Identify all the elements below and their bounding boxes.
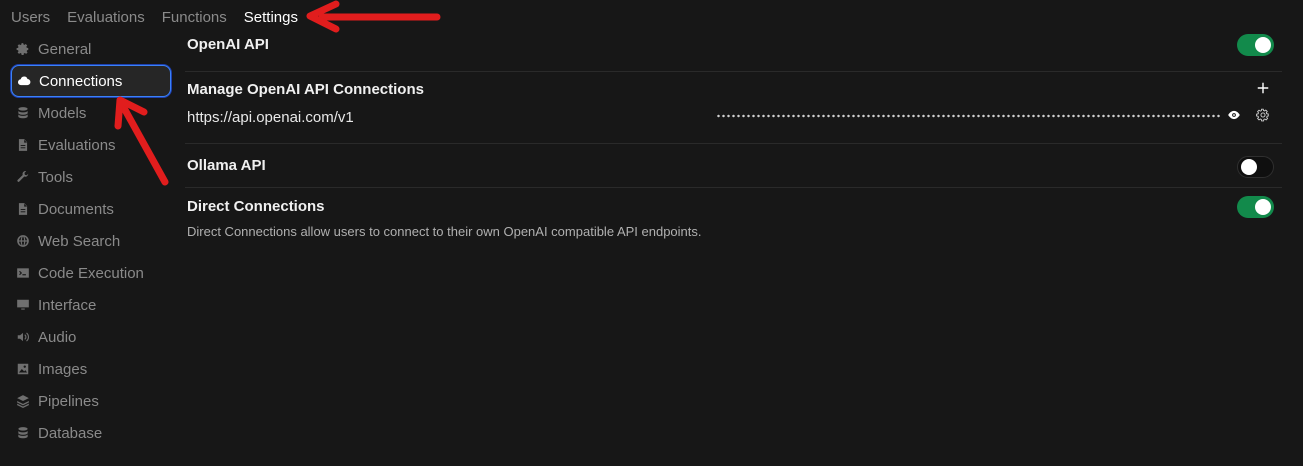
sidebar-item-connections[interactable]: Connections xyxy=(11,65,171,97)
top-tabs: Users Evaluations Functions Settings xyxy=(11,9,298,26)
annotation-arrow-settings xyxy=(306,0,441,33)
wrench-icon xyxy=(15,169,31,185)
sidebar-item-audio[interactable]: Audio xyxy=(11,321,171,353)
sidebar-item-label: Database xyxy=(38,424,103,442)
direct-connections-toggle[interactable] xyxy=(1237,196,1274,218)
sidebar-item-web-search[interactable]: Web Search xyxy=(11,225,171,257)
sidebar-item-label: Code Execution xyxy=(38,264,144,282)
toggle-knob xyxy=(1255,199,1271,215)
sidebar-item-label: Models xyxy=(38,104,87,122)
image-icon xyxy=(15,361,31,377)
manage-connections-row: Manage OpenAI API Connections xyxy=(187,81,1276,109)
sidebar-item-label: General xyxy=(38,40,92,58)
monitor-icon xyxy=(15,297,31,313)
connection-settings-gear-icon[interactable] xyxy=(1255,107,1271,123)
ollama-api-title: Ollama API xyxy=(187,157,266,174)
sidebar-item-documents[interactable]: Documents xyxy=(11,193,171,225)
database-icon xyxy=(15,425,31,441)
sidebar-item-database[interactable]: Database xyxy=(11,417,171,449)
terminal-icon xyxy=(15,265,31,281)
sidebar-item-label: Connections xyxy=(39,72,123,90)
sidebar-item-label: Audio xyxy=(38,328,77,346)
ollama-api-row: Ollama API xyxy=(187,144,1276,185)
sidebar-item-label: Web Search xyxy=(38,232,121,250)
openai-api-row: OpenAI API xyxy=(187,34,1276,63)
admin-settings-page: Users Evaluations Functions Settings Gen… xyxy=(0,0,1303,466)
speaker-icon xyxy=(15,329,31,345)
sidebar-item-label: Images xyxy=(38,360,88,378)
database-icon xyxy=(15,105,31,121)
tab-settings[interactable]: Settings xyxy=(244,9,298,26)
sidebar-item-label: Evaluations xyxy=(38,136,116,154)
cloud-icon xyxy=(16,73,32,89)
manage-connections-title: Manage OpenAI API Connections xyxy=(187,81,424,98)
divider xyxy=(185,71,1282,72)
eye-icon[interactable] xyxy=(1226,107,1242,123)
sidebar-item-label: Tools xyxy=(38,168,74,186)
ollama-api-toggle[interactable] xyxy=(1237,156,1274,178)
settings-sidebar: General Connections Models Evaluations T… xyxy=(11,33,171,449)
toggle-knob xyxy=(1241,159,1257,175)
sidebar-item-general[interactable]: General xyxy=(11,33,171,65)
openai-api-toggle[interactable] xyxy=(1237,34,1274,56)
tab-users[interactable]: Users xyxy=(11,9,50,26)
sidebar-item-pipelines[interactable]: Pipelines xyxy=(11,385,171,417)
sidebar-item-interface[interactable]: Interface xyxy=(11,289,171,321)
add-connection-icon[interactable] xyxy=(1255,80,1271,96)
direct-connections-row: Direct Connections Direct Connections al… xyxy=(187,188,1276,239)
api-key-masked[interactable] xyxy=(716,113,1221,119)
sidebar-item-models[interactable]: Models xyxy=(11,97,171,129)
document-icon xyxy=(15,201,31,217)
gear-icon xyxy=(15,41,31,57)
globe-icon xyxy=(15,233,31,249)
connection-url[interactable]: https://api.openai.com/v1 xyxy=(187,109,354,126)
direct-connections-description: Direct Connections allow users to connec… xyxy=(187,224,702,239)
toggle-knob xyxy=(1255,37,1271,53)
sidebar-item-label: Interface xyxy=(38,296,97,314)
sidebar-item-images[interactable]: Images xyxy=(11,353,171,385)
document-icon xyxy=(15,137,31,153)
tab-functions[interactable]: Functions xyxy=(162,9,227,26)
direct-connections-title: Direct Connections xyxy=(187,198,325,215)
connection-row: https://api.openai.com/v1 xyxy=(187,107,1276,129)
sidebar-item-label: Documents xyxy=(38,200,114,218)
openai-api-title: OpenAI API xyxy=(187,36,269,53)
sidebar-item-tools[interactable]: Tools xyxy=(11,161,171,193)
sidebar-item-evaluations[interactable]: Evaluations xyxy=(11,129,171,161)
connections-panel: OpenAI API Manage OpenAI API Connections… xyxy=(185,34,1282,239)
layers-icon xyxy=(15,393,31,409)
sidebar-item-code-execution[interactable]: Code Execution xyxy=(11,257,171,289)
sidebar-item-label: Pipelines xyxy=(38,392,99,410)
tab-evaluations[interactable]: Evaluations xyxy=(67,9,145,26)
